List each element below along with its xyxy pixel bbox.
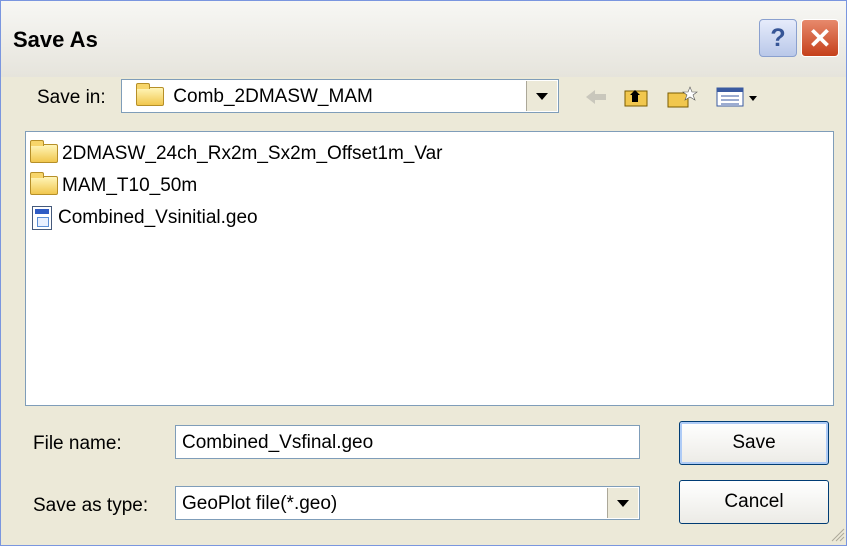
up-one-level-icon <box>624 90 648 107</box>
title-bar[interactable]: Save As ? ✕ <box>1 1 846 77</box>
dropdown-arrow-button[interactable] <box>607 488 638 518</box>
create-new-folder-icon <box>667 86 698 108</box>
save-in-dropdown[interactable]: Comb_2DMASW_MAM <box>121 79 559 113</box>
list-item[interactable]: MAM_T10_50m <box>30 172 197 200</box>
help-button[interactable]: ? <box>759 19 797 57</box>
save-button[interactable]: Save <box>679 421 829 465</box>
list-item[interactable]: Combined_Vsinitial.geo <box>30 204 258 232</box>
create-new-folder-button[interactable] <box>665 83 699 111</box>
save-as-type-dropdown[interactable]: GeoPlot file(*.geo) <box>175 486 640 520</box>
file-name-text: 2DMASW_24ch_Rx2m_Sx2m_Offset1m_Var <box>62 143 443 164</box>
dialog-title: Save As <box>13 27 98 52</box>
close-button[interactable]: ✕ <box>801 19 839 57</box>
view-menu-icon <box>716 87 757 107</box>
list-item[interactable]: 2DMASW_24ch_Rx2m_Sx2m_Offset1m_Var <box>30 140 443 168</box>
save-in-label: Save in: <box>37 87 106 108</box>
file-name-label: File name: <box>33 433 122 454</box>
save-in-value: Comb_2DMASW_MAM <box>173 86 373 107</box>
cancel-button[interactable]: Cancel <box>679 480 829 524</box>
save-as-type-value: GeoPlot file(*.geo) <box>182 493 338 514</box>
back-button[interactable] <box>581 83 611 111</box>
resize-grip-icon[interactable] <box>829 526 845 542</box>
file-name-input[interactable]: Combined_Vsfinal.geo <box>175 425 640 459</box>
file-name-text: MAM_T10_50m <box>62 175 198 196</box>
folder-icon <box>136 83 164 107</box>
chevron-down-icon <box>536 92 548 100</box>
back-arrow-icon <box>586 90 606 104</box>
folder-icon <box>30 140 58 164</box>
view-menu-button[interactable] <box>713 83 765 111</box>
save-as-dialog: Save As ? ✕ Save in: Comb_2DMASW_MAM 2DM… <box>0 0 847 546</box>
geo-file-icon <box>32 205 52 230</box>
up-one-level-button[interactable] <box>621 83 651 111</box>
chevron-down-icon <box>617 499 629 507</box>
save-as-type-label: Save as type: <box>33 495 149 516</box>
file-name-value: Combined_Vsfinal.geo <box>182 432 374 453</box>
file-list[interactable]: 2DMASW_24ch_Rx2m_Sx2m_Offset1m_Var MAM_T… <box>25 131 834 406</box>
folder-icon <box>30 172 58 196</box>
file-name-text: Combined_Vsinitial.geo <box>58 207 258 228</box>
dropdown-arrow-button[interactable] <box>526 81 557 111</box>
